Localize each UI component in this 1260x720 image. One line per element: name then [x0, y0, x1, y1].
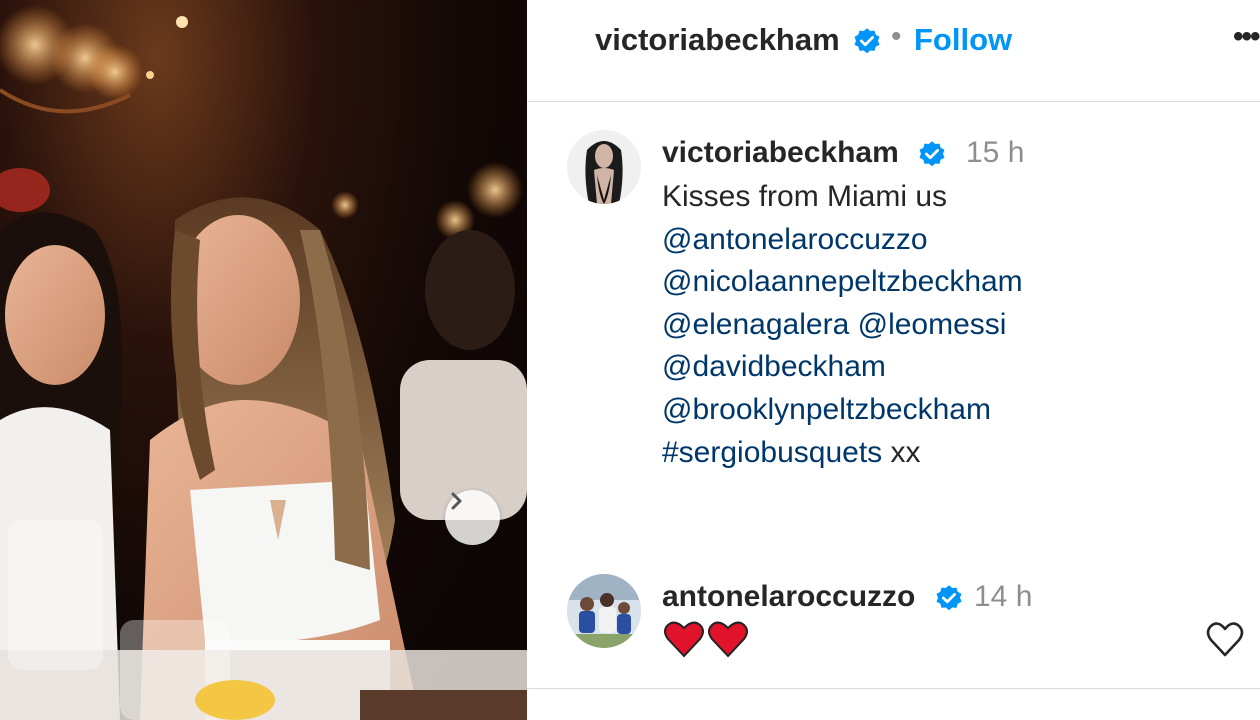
avatar[interactable] [567, 130, 641, 204]
post-details-panel: victoriabeckham • Follow ••• victoriabec… [527, 0, 1260, 720]
comment-timestamp[interactable]: 14 h [974, 580, 1032, 614]
next-photo-button[interactable] [445, 490, 500, 545]
antonelaroccuzzo-avatar-image [567, 574, 641, 648]
photo-illustration [0, 5, 527, 720]
mention-link[interactable]: @brooklynpeltzbeckham [662, 393, 991, 426]
verified-badge-icon [917, 140, 947, 175]
separator-dot: • [891, 20, 902, 53]
mention-link[interactable]: @elenagalera [662, 308, 849, 341]
divider [527, 688, 1260, 689]
caption-suffix: xx [890, 435, 921, 469]
victoriabeckham-avatar-image [567, 130, 641, 204]
hashtag-link[interactable]: #sergiobusquets [662, 436, 882, 469]
heart-outline-icon [1206, 622, 1244, 657]
mention-link[interactable]: @antonelaroccuzzo [662, 223, 928, 256]
post-header: victoriabeckham • Follow ••• [527, 0, 1260, 102]
red-heart-emoji-icon [664, 621, 748, 658]
comment-timestamp[interactable]: 15 h [966, 136, 1024, 170]
more-options-icon[interactable]: ••• [1233, 20, 1260, 54]
verified-badge-icon [852, 27, 882, 57]
chevron-right-icon [451, 492, 462, 510]
comment-username[interactable]: victoriabeckham [662, 136, 899, 170]
avatar[interactable] [567, 574, 641, 648]
header-username[interactable]: victoriabeckham [595, 22, 840, 58]
comment-text: ❤️❤️ [664, 620, 748, 665]
instagram-post-window: victoriabeckham • Follow ••• victoriabec… [0, 0, 1260, 720]
post-photo[interactable] [0, 0, 527, 720]
verified-badge-icon [934, 584, 964, 619]
mention-link[interactable]: @nicolaannepeltzbeckham [662, 265, 1023, 298]
follow-button[interactable]: Follow [914, 22, 1012, 58]
caption-text: Kisses from Miami us [662, 180, 948, 213]
mention-link[interactable]: @davidbeckham [662, 350, 886, 383]
post-caption: Kisses from Miami us @antonelaroccuzzo @… [662, 176, 1242, 474]
mention-link[interactable]: @leomessi [858, 308, 1007, 341]
like-comment-button[interactable] [1206, 622, 1244, 663]
comment-username[interactable]: antonelaroccuzzo [662, 580, 915, 614]
